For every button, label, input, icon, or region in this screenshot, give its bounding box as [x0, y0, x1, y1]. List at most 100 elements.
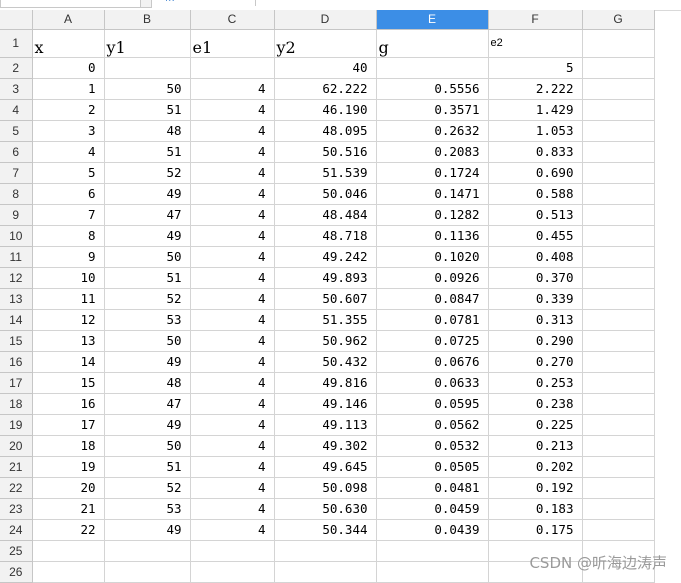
cell-g4[interactable] — [582, 99, 655, 121]
cell-d4[interactable]: 46.190 — [274, 99, 377, 121]
cell-d20[interactable]: 49.302 — [274, 435, 377, 457]
cell-e4[interactable]: 0.3571 — [376, 99, 489, 121]
cell-c10[interactable]: 4 — [190, 225, 275, 247]
cell-b25[interactable] — [104, 540, 191, 562]
cell-a14[interactable]: 12 — [32, 309, 105, 331]
cell-g16[interactable] — [582, 351, 655, 373]
cell-a11[interactable]: 9 — [32, 246, 105, 268]
cell-a6[interactable]: 4 — [32, 141, 105, 163]
cell-e19[interactable]: 0.0562 — [376, 414, 489, 436]
fx-icon[interactable]: fx — [165, 0, 174, 4]
cell-c15[interactable]: 4 — [190, 330, 275, 352]
row-header[interactable]: 19 — [0, 414, 33, 436]
cell-c17[interactable]: 4 — [190, 372, 275, 394]
cell-a25[interactable] — [32, 540, 105, 562]
cell-e7[interactable]: 0.1724 — [376, 162, 489, 184]
cell-b16[interactable]: 49 — [104, 351, 191, 373]
cell-g14[interactable] — [582, 309, 655, 331]
cell-g20[interactable] — [582, 435, 655, 457]
cell-f20[interactable]: 0.213 — [488, 435, 583, 457]
cell-e24[interactable]: 0.0439 — [376, 519, 489, 541]
cell-g7[interactable] — [582, 162, 655, 184]
cell-g17[interactable] — [582, 372, 655, 394]
cell-c5[interactable]: 4 — [190, 120, 275, 142]
cell-e25[interactable] — [376, 540, 489, 562]
cell-e11[interactable]: 0.1020 — [376, 246, 489, 268]
cell-f5[interactable]: 1.053 — [488, 120, 583, 142]
column-header-g[interactable]: G — [582, 10, 655, 30]
row-header[interactable]: 7 — [0, 162, 33, 184]
cell-b3[interactable]: 50 — [104, 78, 191, 100]
cell-b11[interactable]: 50 — [104, 246, 191, 268]
cell-g1[interactable] — [582, 29, 655, 58]
select-all-corner[interactable] — [0, 10, 33, 30]
cell-d3[interactable]: 62.222 — [274, 78, 377, 100]
cell-f22[interactable]: 0.192 — [488, 477, 583, 499]
cell-d24[interactable]: 50.344 — [274, 519, 377, 541]
cell-g3[interactable] — [582, 78, 655, 100]
cell-b17[interactable]: 48 — [104, 372, 191, 394]
column-header-b[interactable]: B — [104, 10, 191, 30]
cell-g12[interactable] — [582, 267, 655, 289]
cell-d13[interactable]: 50.607 — [274, 288, 377, 310]
cell-a12[interactable]: 10 — [32, 267, 105, 289]
cell-e15[interactable]: 0.0725 — [376, 330, 489, 352]
cell-d16[interactable]: 50.432 — [274, 351, 377, 373]
cell-c20[interactable]: 4 — [190, 435, 275, 457]
cell-e22[interactable]: 0.0481 — [376, 477, 489, 499]
column-header-e[interactable]: E — [376, 10, 489, 30]
cell-c22[interactable]: 4 — [190, 477, 275, 499]
cell-c24[interactable]: 4 — [190, 519, 275, 541]
cell-c12[interactable]: 4 — [190, 267, 275, 289]
cell-g11[interactable] — [582, 246, 655, 268]
column-header-a[interactable]: A — [32, 10, 105, 30]
cell-d23[interactable]: 50.630 — [274, 498, 377, 520]
cell-f9[interactable]: 0.513 — [488, 204, 583, 226]
cell-g8[interactable] — [582, 183, 655, 205]
cell-f14[interactable]: 0.313 — [488, 309, 583, 331]
row-header[interactable]: 22 — [0, 477, 33, 499]
cell-g6[interactable] — [582, 141, 655, 163]
cell-a9[interactable]: 7 — [32, 204, 105, 226]
cell-a2[interactable]: 0 — [32, 57, 105, 79]
cell-a8[interactable]: 6 — [32, 183, 105, 205]
cell-g21[interactable] — [582, 456, 655, 478]
row-header[interactable]: 8 — [0, 183, 33, 205]
column-header-c[interactable]: C — [190, 10, 275, 30]
cell-a1[interactable]: x — [32, 29, 105, 58]
cell-a24[interactable]: 22 — [32, 519, 105, 541]
cell-f8[interactable]: 0.588 — [488, 183, 583, 205]
cell-e6[interactable]: 0.2083 — [376, 141, 489, 163]
cell-b6[interactable]: 51 — [104, 141, 191, 163]
cell-a10[interactable]: 8 — [32, 225, 105, 247]
row-header[interactable]: 14 — [0, 309, 33, 331]
cell-f13[interactable]: 0.339 — [488, 288, 583, 310]
cell-a21[interactable]: 19 — [32, 456, 105, 478]
cell-f10[interactable]: 0.455 — [488, 225, 583, 247]
cell-b1[interactable]: y1 — [104, 29, 191, 58]
cell-b14[interactable]: 53 — [104, 309, 191, 331]
cell-c23[interactable]: 4 — [190, 498, 275, 520]
cell-a19[interactable]: 17 — [32, 414, 105, 436]
cell-e17[interactable]: 0.0633 — [376, 372, 489, 394]
cell-d7[interactable]: 51.539 — [274, 162, 377, 184]
cell-g5[interactable] — [582, 120, 655, 142]
cell-e1[interactable]: g — [376, 29, 489, 58]
row-header[interactable]: 23 — [0, 498, 33, 520]
cell-b18[interactable]: 47 — [104, 393, 191, 415]
cell-d18[interactable]: 49.146 — [274, 393, 377, 415]
cell-c7[interactable]: 4 — [190, 162, 275, 184]
cell-b21[interactable]: 51 — [104, 456, 191, 478]
cell-f1[interactable]: e2 — [488, 29, 583, 58]
cell-f6[interactable]: 0.833 — [488, 141, 583, 163]
cell-c6[interactable]: 4 — [190, 141, 275, 163]
cell-f4[interactable]: 1.429 — [488, 99, 583, 121]
row-header[interactable]: 2 — [0, 57, 33, 79]
cell-e5[interactable]: 0.2632 — [376, 120, 489, 142]
row-header[interactable]: 18 — [0, 393, 33, 415]
cell-d5[interactable]: 48.095 — [274, 120, 377, 142]
cell-c14[interactable]: 4 — [190, 309, 275, 331]
cell-b23[interactable]: 53 — [104, 498, 191, 520]
cell-a15[interactable]: 13 — [32, 330, 105, 352]
cell-e10[interactable]: 0.1136 — [376, 225, 489, 247]
